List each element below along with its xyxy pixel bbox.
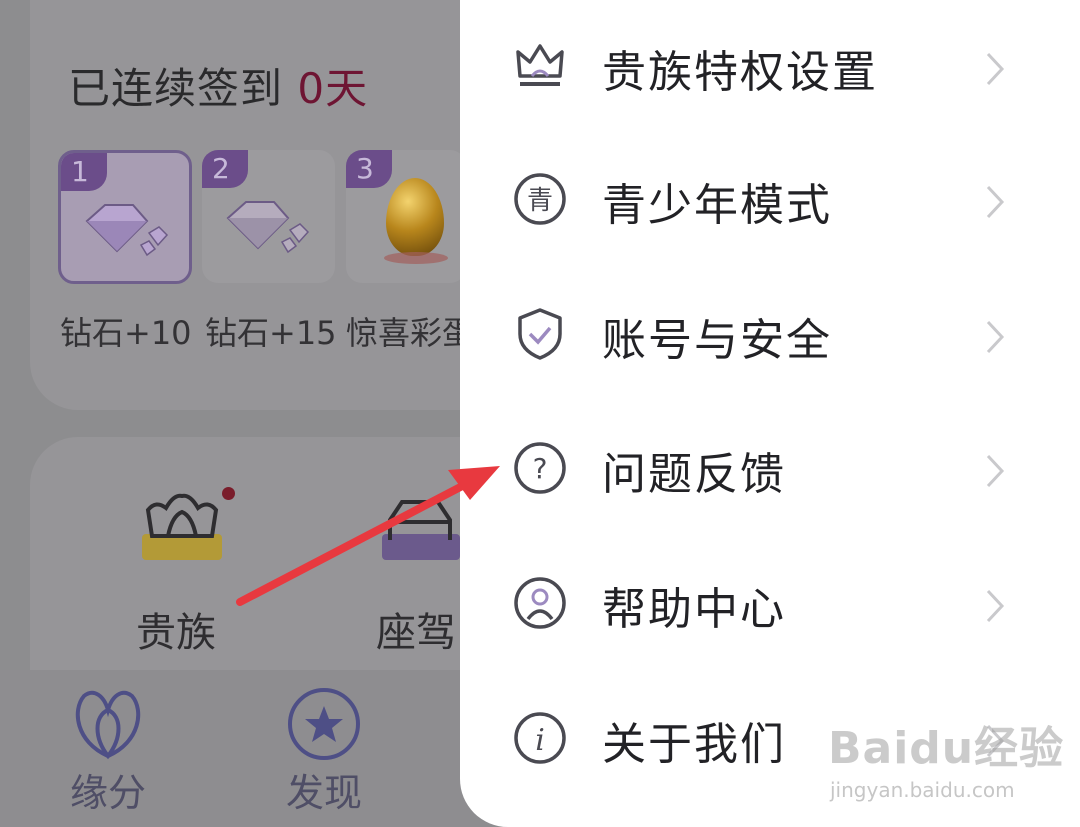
reward-day-number: 2 — [202, 150, 248, 188]
watermark-text: Baidu经验 — [828, 723, 1065, 774]
chevron-right-icon — [986, 185, 1005, 219]
chevron-right-icon — [986, 320, 1005, 354]
feature-label: 贵族 — [136, 610, 216, 656]
car-icon[interactable] — [380, 490, 460, 562]
shield-check-icon — [518, 308, 562, 360]
star-circle-icon[interactable] — [286, 686, 362, 762]
nav-label[interactable]: 发现 — [286, 762, 362, 817]
menu-item-noble-privilege[interactable]: 贵族特权设置 — [460, 0, 1080, 135]
reward-label: 钻石+10 — [60, 314, 192, 352]
menu-item-label: 青少年模式 — [602, 180, 832, 231]
checkin-title-prefix: 已连续签到 — [68, 64, 284, 113]
menu-item-label: 贵族特权设置 — [602, 47, 878, 98]
menu-item-help-center[interactable]: 帮助中心 — [460, 537, 1080, 672]
diamond-icon — [226, 201, 310, 254]
reward-label: 惊喜彩蛋 — [346, 314, 475, 352]
question-icon: ? — [514, 442, 566, 494]
watermark-url: jingyan.baidu.com — [830, 778, 1015, 802]
feature-label: 座驾 — [376, 610, 456, 656]
crown-icon — [516, 44, 564, 86]
crown-icon[interactable] — [138, 490, 226, 562]
diamond-icon — [85, 204, 169, 257]
checkin-title: 已连续签到 0天 — [68, 55, 368, 116]
menu-item-account-security[interactable]: 账号与安全 — [460, 268, 1080, 403]
settings-drawer: 贵族特权设置 青 青少年模式 账号与安全 ? 问题反馈 帮助中心 i 关于我们 — [460, 0, 1080, 827]
menu-item-label: 帮助中心 — [602, 584, 786, 635]
chevron-right-icon — [986, 589, 1005, 623]
menu-item-feedback[interactable]: ? 问题反馈 — [460, 402, 1080, 537]
menu-item-label: 问题反馈 — [602, 449, 786, 500]
watermark-logo: Baidu经验 — [828, 712, 1064, 776]
svg-text:?: ? — [533, 452, 548, 485]
reward-day-number: 1 — [61, 153, 107, 191]
reward-day-2[interactable]: 2 — [202, 150, 335, 283]
heart-petal-icon[interactable] — [70, 686, 146, 762]
notification-dot — [222, 487, 235, 500]
golden-egg-icon — [386, 178, 444, 256]
menu-item-label: 关于我们 — [602, 719, 786, 770]
svg-text:i: i — [535, 723, 545, 758]
reward-label: 钻石+15 — [205, 314, 337, 352]
nav-label[interactable]: 缘分 — [70, 762, 146, 817]
info-icon: i — [514, 712, 566, 764]
svg-text:青: 青 — [527, 186, 553, 216]
chevron-right-icon — [986, 52, 1005, 86]
checkin-days: 0天 — [297, 64, 369, 113]
help-person-icon — [514, 577, 566, 629]
reward-day-1[interactable]: 1 — [58, 150, 192, 284]
reward-day-number: 3 — [346, 150, 392, 188]
menu-item-label: 账号与安全 — [602, 315, 832, 366]
chevron-right-icon — [986, 454, 1005, 488]
youth-mode-icon: 青 — [514, 173, 566, 225]
menu-item-youth-mode[interactable]: 青 青少年模式 — [460, 133, 1080, 268]
reward-day-3[interactable]: 3 — [346, 150, 466, 283]
